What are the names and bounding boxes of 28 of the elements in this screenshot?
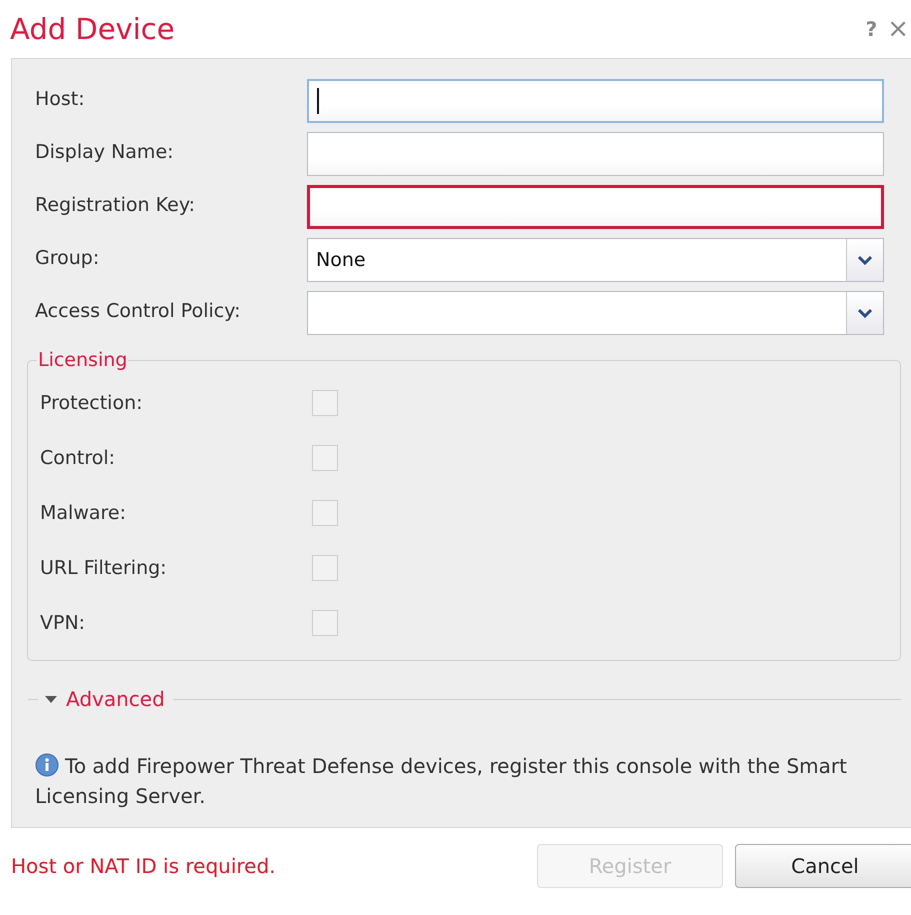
chevron-down-icon	[858, 255, 872, 265]
expand-triangle-icon[interactable]	[44, 694, 58, 704]
input-field[interactable]	[307, 79, 884, 123]
dropdown-value: None	[316, 249, 366, 271]
dropdown-field[interactable]: None	[307, 238, 884, 282]
close-button[interactable]: ×	[887, 14, 911, 44]
field-label: Host:	[35, 87, 86, 112]
checkbox-label: Control:	[40, 446, 116, 468]
error-message: Host or NAT ID is required.	[11, 854, 277, 878]
checkbox-label: Protection:	[40, 392, 144, 414]
section-toggle[interactable]: Advanced	[64, 687, 167, 711]
cancel-button[interactable]: Cancel	[735, 844, 911, 888]
field-label: Display Name:	[35, 140, 175, 165]
field-label: Registration Key:	[35, 193, 196, 218]
input-field[interactable]	[307, 185, 884, 229]
checkbox-label: Malware:	[40, 502, 127, 524]
field-label: Access Control Policy:	[35, 299, 242, 324]
dropdown-field[interactable]	[307, 291, 884, 335]
info-message: To add Firepower Threat Defense devices, register this console with the Smart Licensing Server.	[35, 752, 848, 810]
checkbox-label: VPN:	[40, 612, 86, 634]
dialog-title: Add Device	[10, 12, 176, 46]
group-legend: Licensing	[37, 349, 128, 371]
input-field[interactable]	[307, 132, 884, 176]
checkbox-label: URL Filtering:	[40, 556, 168, 578]
field-label: Group:	[35, 246, 100, 271]
chevron-down-icon	[858, 308, 872, 318]
info-icon	[35, 753, 59, 777]
help-button[interactable]: ?	[866, 17, 878, 41]
